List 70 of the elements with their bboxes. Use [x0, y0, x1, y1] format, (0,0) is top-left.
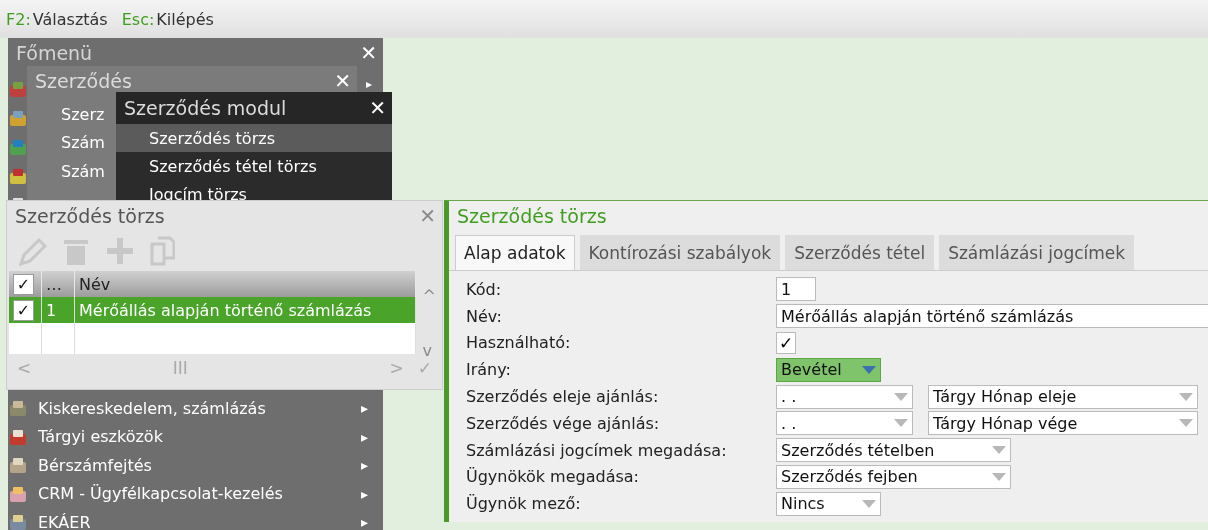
hotkey-label[interactable]: Kilépés — [156, 9, 214, 29]
column-header[interactable]: Név — [75, 271, 416, 297]
module-menu-item[interactable]: Szerződés törzs — [116, 124, 392, 152]
text-field[interactable]: Mérőállás alapján történő számlázás — [776, 304, 1208, 329]
dropdown-caret-icon — [862, 365, 876, 374]
tab[interactable]: Szerződés tétel — [785, 235, 935, 270]
dropdown[interactable]: Nincs — [776, 491, 881, 516]
main-menu-item[interactable]: Kiskereskedelem, számlázás — [28, 398, 361, 418]
submenu-arrow: ▸ — [361, 485, 370, 502]
dropdown[interactable]: Szerződés tételben — [776, 438, 1011, 463]
field-label: Kód: — [466, 279, 503, 299]
detail-title: Szerződés törzs — [457, 205, 607, 227]
submenu-arrow: ▸ — [361, 514, 370, 530]
module-icon — [8, 398, 28, 419]
hotkey-label[interactable]: Választás — [32, 9, 108, 29]
submenu-arrow: ▸ — [361, 457, 370, 474]
close-icon[interactable]: ✕ — [334, 69, 351, 93]
dropdown-caret-icon — [894, 419, 908, 428]
dropdown-caret-icon — [1179, 419, 1193, 428]
main-menu-item[interactable]: Bérszámfejtés — [28, 455, 361, 475]
field-label: Név: — [466, 306, 503, 326]
select-all-checkbox[interactable]: ✓ — [13, 273, 34, 295]
tab[interactable]: Számlázási jogcímek — [939, 235, 1135, 270]
submenu-arrow: ▸ — [366, 78, 374, 91]
hotkey-key: Esc: — [121, 9, 155, 29]
module-icon — [8, 79, 28, 99]
submenu-arrow: ▸ — [361, 400, 370, 417]
submenu-arrow: ▸ — [361, 428, 370, 445]
row-checkbox[interactable]: ✓ — [13, 299, 34, 321]
module-icon — [8, 455, 28, 476]
field-label: Ügynök mező: — [466, 494, 582, 514]
main-menu-title: Főmenü — [16, 42, 93, 64]
dropdown-caret-icon — [992, 472, 1006, 481]
dropdown[interactable]: . . — [776, 384, 913, 409]
module-icon — [8, 137, 28, 157]
main-menu-item[interactable]: CRM - Ügyfélkapcsolat-kezelés — [28, 484, 361, 504]
dropdown[interactable]: Tárgy Hónap vége — [928, 411, 1198, 436]
submenu-title: Szerződés — [35, 70, 132, 92]
module-icon — [8, 512, 28, 530]
dropdown[interactable]: . . — [776, 411, 913, 436]
module-menu-title: Szerződés modul — [124, 97, 287, 119]
dropdown[interactable]: Szerződés fejben — [776, 464, 1011, 489]
add-icon[interactable] — [105, 236, 135, 266]
main-menu-item[interactable]: Tárgyi eszközök — [28, 427, 361, 447]
checkbox[interactable]: ✓ — [776, 332, 796, 354]
hotkey-key: F2: — [6, 9, 31, 29]
field-label: Szerződés eleje ajánlás: — [466, 387, 660, 407]
tab[interactable]: Kontírozási szabályok — [579, 235, 781, 270]
dropdown-caret-icon — [1179, 392, 1193, 401]
module-icon — [8, 166, 28, 186]
field-label: Szerződés vége ajánlás: — [466, 413, 661, 433]
dropdown-caret-icon — [992, 446, 1006, 455]
dropdown-caret-icon — [862, 499, 876, 508]
dropdown-caret-icon — [894, 392, 908, 401]
dropdown[interactable]: Bevétel — [776, 357, 881, 382]
close-icon[interactable]: ✕ — [360, 41, 377, 65]
column-header[interactable]: … — [42, 271, 75, 297]
field-label: Ügynökök megadása: — [466, 467, 640, 487]
copy-icon[interactable] — [149, 236, 175, 266]
field-label: Számlázási jogcímek megadása: — [466, 440, 728, 460]
dropdown[interactable]: Tárgy Hónap eleje — [928, 384, 1198, 409]
field-label: Irány: — [466, 360, 512, 380]
module-icon — [8, 108, 28, 128]
edit-icon[interactable] — [17, 236, 47, 266]
field-label: Használható: — [466, 333, 572, 353]
text-field[interactable]: 1 — [776, 277, 816, 302]
close-icon[interactable]: ✕ — [369, 96, 386, 120]
list-window-title: Szerződés törzs — [15, 205, 165, 227]
main-menu-item[interactable]: EKÁER — [28, 512, 361, 530]
tab[interactable]: Alap adatok — [455, 235, 575, 270]
